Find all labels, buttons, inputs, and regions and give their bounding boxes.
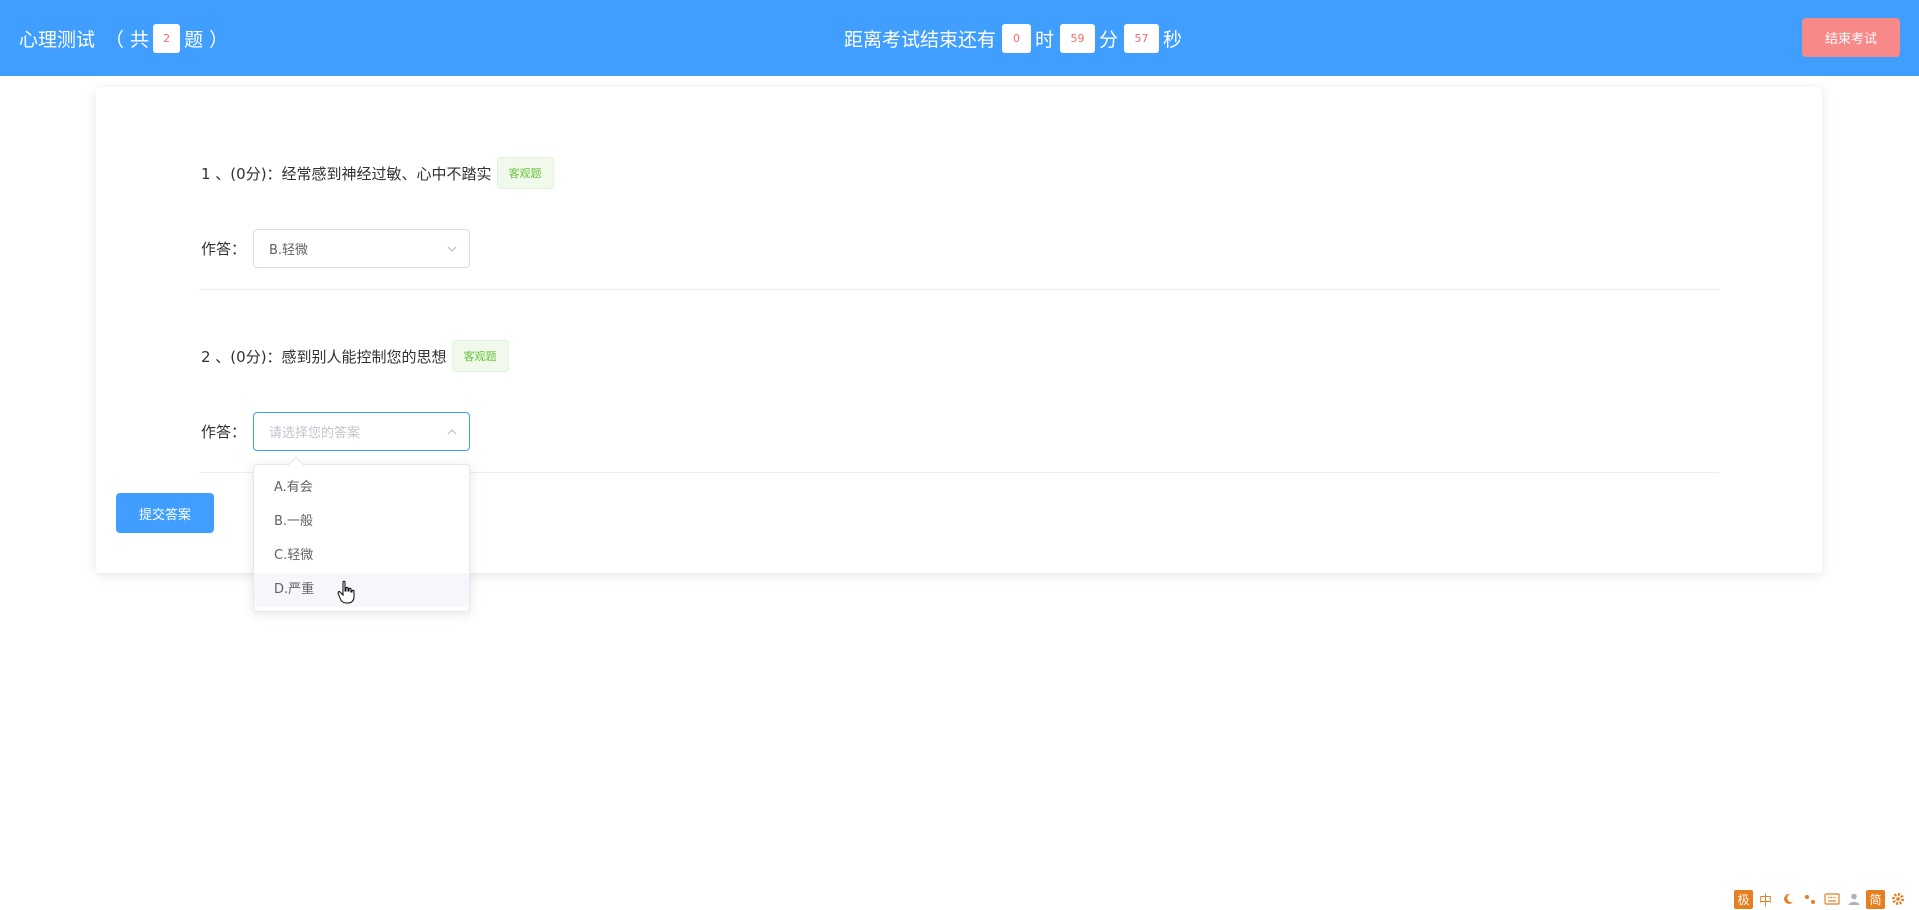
question-1-title-row: 1 、(0分)：经常感到神经过敏、心中不踏实 客观题 xyxy=(201,157,554,189)
question-1-selected-value: B.轻微 xyxy=(269,243,309,258)
dropdown-option-d[interactable]: D.严重 xyxy=(254,573,469,607)
exam-title-group: 心理测试 （ 共 2 题 ） xyxy=(19,0,228,76)
timer-seconds-unit: 秒 xyxy=(1163,28,1183,51)
submit-answers-button[interactable]: 提交答案 xyxy=(116,493,214,533)
question-2-title-row: 2 、(0分)：感到别人能控制您的思想 客观题 xyxy=(201,340,509,372)
question-1-title: 1 、(0分)：经常感到神经过敏、心中不踏实 xyxy=(201,164,492,183)
chevron-up-icon xyxy=(447,429,457,435)
question-2-answer-label: 作答： xyxy=(201,423,247,441)
question-count: 2 xyxy=(153,23,181,53)
chevron-down-icon xyxy=(447,246,457,252)
question-1-answer-label: 作答： xyxy=(201,240,247,258)
user-icon[interactable] xyxy=(1844,890,1863,909)
timer-label: 距离考试结束还有 xyxy=(844,28,997,51)
top-bar: 心理测试 （ 共 2 题 ） 距离考试结束还有 0 时 59 分 57 秒 结束… xyxy=(0,0,1919,76)
timer-minutes: 59 xyxy=(1060,23,1096,53)
answer-dropdown: A.有会 B.一般 C.轻微 D.严重 xyxy=(253,456,470,612)
question-2-placeholder: 请选择您的答案 xyxy=(269,426,361,441)
ime-simplified-mode[interactable]: 简 xyxy=(1866,889,1885,909)
timer-hours-unit: 时 xyxy=(1035,28,1055,51)
question-1-answer-select[interactable]: B.轻微 xyxy=(253,229,470,268)
question-2-answer-select[interactable]: 请选择您的答案 xyxy=(253,412,470,451)
ime-chinese-mode[interactable]: 中 xyxy=(1756,890,1775,909)
question-2-type-tag: 客观题 xyxy=(451,340,509,372)
hand-pointer-icon xyxy=(337,580,355,604)
moon-icon[interactable] xyxy=(1778,890,1797,909)
dropdown-option-a[interactable]: A.有会 xyxy=(254,471,469,505)
ime-toolbar: 极 中 简 xyxy=(1734,889,1907,909)
timer-seconds: 57 xyxy=(1124,23,1160,53)
question-divider xyxy=(199,289,1719,290)
gear-icon[interactable] xyxy=(1888,890,1907,909)
question-count-prefix: （ 共 xyxy=(105,28,150,51)
keyboard-icon[interactable] xyxy=(1822,890,1841,909)
question-1-type-tag: 客观题 xyxy=(496,157,554,189)
countdown-timer: 距离考试结束还有 0 时 59 分 57 秒 xyxy=(844,0,1182,76)
exam-title: 心理测试 xyxy=(19,28,96,51)
dropdown-option-b[interactable]: B.一般 xyxy=(254,505,469,539)
end-exam-button[interactable]: 结束考试 xyxy=(1802,18,1900,57)
question-2-title: 2 、(0分)：感到别人能控制您的思想 xyxy=(201,347,447,366)
punctuation-icon[interactable] xyxy=(1800,890,1819,909)
dropdown-option-c[interactable]: C.轻微 xyxy=(254,539,469,573)
timer-minutes-unit: 分 xyxy=(1099,28,1119,51)
ime-logo-icon[interactable]: 极 xyxy=(1734,889,1753,909)
timer-hours: 0 xyxy=(1002,23,1032,53)
question-count-suffix: 题 ） xyxy=(184,28,229,51)
